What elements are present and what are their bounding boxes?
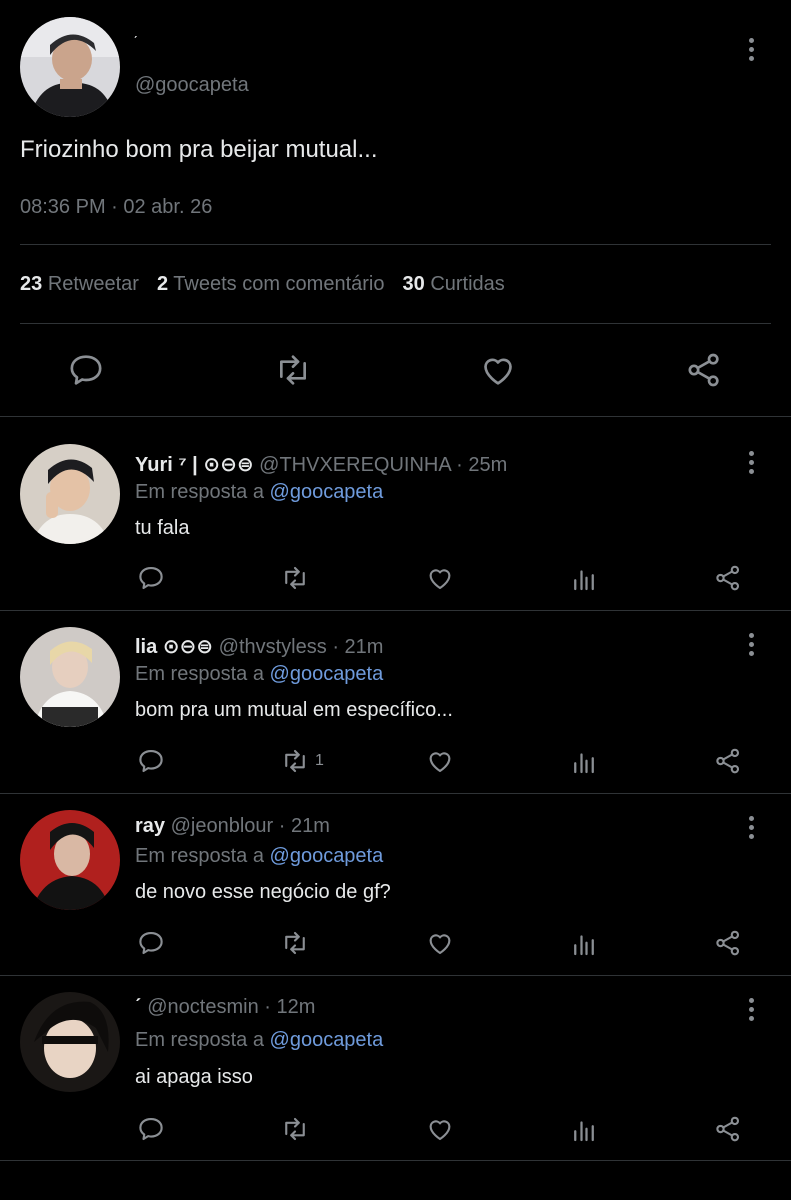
reply-time: · 21m bbox=[332, 636, 384, 658]
like-icon[interactable] bbox=[478, 350, 518, 390]
divider bbox=[0, 1160, 791, 1161]
reply-to-link[interactable]: @goocapeta bbox=[270, 481, 384, 503]
share-icon[interactable] bbox=[713, 1114, 743, 1144]
reply-time: · 12m bbox=[264, 996, 316, 1018]
tweet-text: Friozinho bom pra beijar mutual... bbox=[20, 136, 378, 163]
like-icon[interactable] bbox=[425, 928, 455, 958]
share-icon[interactable] bbox=[713, 928, 743, 958]
more-options-icon[interactable] bbox=[741, 816, 761, 846]
reply-author-handle[interactable]: @noctesmin bbox=[147, 996, 258, 1018]
reply-item[interactable]: ˊ @noctesmin · 12m Em resposta a @goocap… bbox=[0, 976, 791, 1160]
reply-icon[interactable] bbox=[66, 350, 106, 390]
share-icon[interactable] bbox=[684, 350, 724, 390]
retweet-count: 1 bbox=[315, 752, 324, 769]
reply-to-link[interactable]: @goocapeta bbox=[270, 845, 384, 867]
retweet-icon[interactable] bbox=[279, 928, 311, 958]
reply-author-handle[interactable]: @thvstyless bbox=[219, 636, 327, 658]
reply-time: · 21m bbox=[278, 815, 330, 837]
analytics-icon[interactable] bbox=[569, 564, 599, 594]
retweets-label[interactable]: Retweetar bbox=[48, 273, 139, 295]
retweet-icon[interactable] bbox=[272, 350, 314, 390]
more-options-icon[interactable] bbox=[741, 38, 761, 68]
analytics-icon[interactable] bbox=[569, 1115, 599, 1145]
more-options-icon[interactable] bbox=[741, 633, 761, 663]
reply-author-name[interactable]: Yuri ⁷ | ⊙⊖⊜ bbox=[135, 454, 254, 476]
reply-time: · 25m bbox=[456, 454, 508, 476]
reply-to-link[interactable]: @goocapeta bbox=[270, 1029, 384, 1051]
reply-icon[interactable] bbox=[136, 1114, 166, 1144]
reply-to-link[interactable]: @goocapeta bbox=[270, 663, 384, 685]
retweet-icon[interactable] bbox=[279, 563, 311, 593]
tweet-timestamp: 08:36 PM · 02 abr. 26 bbox=[20, 196, 213, 218]
reply-avatar[interactable] bbox=[20, 444, 120, 544]
retweets-count[interactable]: 23 bbox=[20, 273, 42, 295]
reply-avatar[interactable] bbox=[20, 810, 120, 910]
author-handle[interactable]: @goocapeta bbox=[135, 74, 249, 97]
author-avatar[interactable] bbox=[20, 17, 120, 117]
reply-avatar[interactable] bbox=[20, 992, 120, 1092]
reply-icon[interactable] bbox=[136, 563, 166, 593]
reply-item[interactable]: ray @jeonblour · 21m Em resposta a @gooc… bbox=[0, 794, 791, 975]
analytics-icon[interactable] bbox=[569, 747, 599, 777]
share-icon[interactable] bbox=[713, 563, 743, 593]
reply-icon[interactable] bbox=[136, 746, 166, 776]
like-icon[interactable] bbox=[425, 1114, 455, 1144]
reply-prefix: Em resposta a bbox=[135, 1029, 264, 1051]
share-icon[interactable] bbox=[713, 746, 743, 776]
reply-text: bom pra um mutual em específico... bbox=[135, 699, 453, 721]
reply-author-name[interactable]: ˊ bbox=[135, 996, 142, 1018]
reply-author-handle[interactable]: @THVXEREQUINHA bbox=[259, 454, 450, 476]
analytics-icon[interactable] bbox=[569, 929, 599, 959]
divider bbox=[20, 323, 771, 324]
reply-prefix: Em resposta a bbox=[135, 845, 264, 867]
like-icon[interactable] bbox=[425, 746, 455, 776]
likes-count[interactable]: 30 bbox=[403, 273, 425, 295]
reply-author-handle[interactable]: @jeonblour bbox=[171, 815, 274, 837]
reply-prefix: Em resposta a bbox=[135, 481, 264, 503]
divider bbox=[20, 244, 771, 245]
more-options-icon[interactable] bbox=[741, 998, 761, 1028]
reply-text: tu fala bbox=[135, 517, 190, 539]
author-name[interactable]: ˏ bbox=[133, 22, 138, 38]
likes-label[interactable]: Curtidas bbox=[430, 273, 504, 295]
retweet-icon[interactable] bbox=[279, 1114, 311, 1144]
retweet-icon[interactable] bbox=[279, 746, 311, 776]
reply-prefix: Em resposta a bbox=[135, 663, 264, 685]
reply-item[interactable]: Yuri ⁷ | ⊙⊖⊜ @THVXEREQUINHA · 25m Em res… bbox=[0, 417, 791, 610]
reply-avatar[interactable] bbox=[20, 627, 120, 727]
reply-author-name[interactable]: lia ⊙⊖⊜ bbox=[135, 636, 213, 658]
tweet-stats: 23 Retweetar 2 Tweets com comentário 30 Cu… bbox=[20, 273, 505, 296]
quotes-count[interactable]: 2 bbox=[157, 273, 168, 295]
reply-author-name[interactable]: ray bbox=[135, 815, 165, 837]
reply-text: de novo esse negócio de gf? bbox=[135, 881, 391, 903]
like-icon[interactable] bbox=[425, 563, 455, 593]
quotes-label[interactable]: Tweets com comentário bbox=[173, 273, 384, 295]
more-options-icon[interactable] bbox=[741, 451, 761, 481]
reply-item[interactable]: lia ⊙⊖⊜ @thvstyless · 21m Em resposta a … bbox=[0, 611, 791, 793]
reply-icon[interactable] bbox=[136, 928, 166, 958]
reply-text: ai apaga isso bbox=[135, 1066, 253, 1088]
